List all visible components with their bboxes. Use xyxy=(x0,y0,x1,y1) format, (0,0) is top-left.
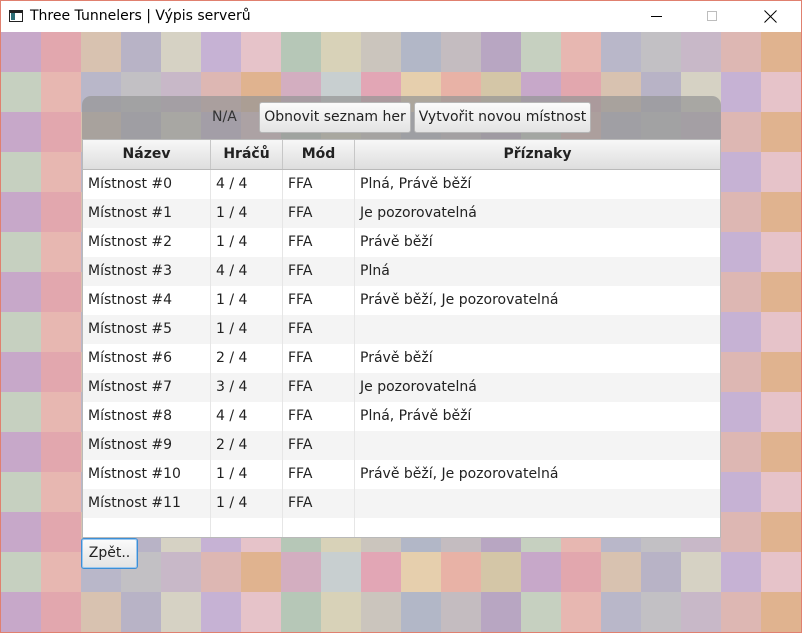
maximize-icon xyxy=(707,11,717,21)
cell-players: 1 / 4 xyxy=(211,199,283,228)
table-row[interactable]: Místnost #5 1 / 4 FFA xyxy=(83,315,720,344)
column-header-mode[interactable]: Mód xyxy=(283,140,355,169)
minimize-icon xyxy=(651,16,662,17)
column-header-flags[interactable]: Příznaky xyxy=(355,140,720,169)
cell-name: Místnost #11 xyxy=(83,489,211,518)
table-row[interactable]: Místnost #7 3 / 4 FFA Je pozorovatelná xyxy=(83,373,720,402)
table-row[interactable]: Místnost #2 1 / 4 FFA Právě běží xyxy=(83,228,720,257)
cell-mode: FFA xyxy=(283,431,355,460)
cell-mode: FFA xyxy=(283,373,355,402)
cell-mode: FFA xyxy=(283,228,355,257)
cell-name: Místnost #10 xyxy=(83,460,211,489)
cell-mode: FFA xyxy=(283,344,355,373)
app-window-icon xyxy=(9,10,23,22)
server-table[interactable]: Název Hráčů Mód Příznaky Místnost #0 4 / … xyxy=(82,139,721,538)
column-header-players[interactable]: Hráčů xyxy=(211,140,283,169)
table-row[interactable]: Místnost #0 4 / 4 FFA Plná, Právě běží xyxy=(83,170,720,199)
cell-players: 1 / 4 xyxy=(211,228,283,257)
cell-flags: Právě běží xyxy=(360,234,433,250)
cell-flags: Plná, Právě běží xyxy=(360,408,472,424)
cell-players: 3 / 4 xyxy=(211,373,283,402)
table-body: Místnost #0 4 / 4 FFA Plná, Právě běží Místn… xyxy=(83,170,720,537)
server-list-panel: N/A Obnovit seznam her Vytvořit novou mí… xyxy=(82,96,721,538)
minimize-button[interactable] xyxy=(633,1,679,32)
table-row[interactable]: Místnost #1 1 / 4 FFA Je pozorovatelná xyxy=(83,199,720,228)
cell-name: Místnost #5 xyxy=(83,315,211,344)
cell-mode: FFA xyxy=(283,489,355,518)
cell-name: Místnost #0 xyxy=(83,170,211,199)
empty-cell xyxy=(83,518,211,537)
cell-players: 1 / 4 xyxy=(211,286,283,315)
close-icon xyxy=(763,9,778,24)
empty-row xyxy=(83,518,720,537)
close-button[interactable] xyxy=(747,1,793,32)
cell-players: 1 / 4 xyxy=(211,460,283,489)
cell-players: 1 / 4 xyxy=(211,315,283,344)
cell-players: 4 / 4 xyxy=(211,170,283,199)
create-room-button[interactable]: Vytvořit novou místnost xyxy=(414,102,591,133)
cell-flags xyxy=(355,431,720,460)
table-header: Název Hráčů Mód Příznaky xyxy=(83,140,720,170)
cell-name: Místnost #7 xyxy=(83,373,211,402)
cell-mode: FFA xyxy=(283,286,355,315)
back-button[interactable]: Zpět.. xyxy=(81,538,138,569)
table-row[interactable]: Místnost #9 2 / 4 FFA xyxy=(83,431,720,460)
empty-cell xyxy=(283,518,355,537)
cell-name: Místnost #8 xyxy=(83,402,211,431)
cell-name: Místnost #2 xyxy=(83,228,211,257)
cell-players: 2 / 4 xyxy=(211,344,283,373)
cell-name: Místnost #6 xyxy=(83,344,211,373)
table-row[interactable]: Místnost #10 1 / 4 FFA Právě běží, Je pozor… xyxy=(83,460,720,489)
cell-name: Místnost #3 xyxy=(83,257,211,286)
cell-flags: Právě běží, Je pozorovatelná xyxy=(360,466,559,482)
table-row[interactable]: Místnost #11 1 / 4 FFA xyxy=(83,489,720,518)
application-window: Three Tunnelers | Výpis serverů N/A Obno… xyxy=(0,0,802,633)
cell-name: Místnost #9 xyxy=(83,431,211,460)
window-title: Three Tunnelers | Výpis serverů xyxy=(30,8,251,24)
table-row[interactable]: Místnost #4 1 / 4 FFA Právě běží, Je pozoro… xyxy=(83,286,720,315)
empty-cell xyxy=(211,518,283,537)
cell-flags: Je pozorovatelná xyxy=(360,205,477,221)
cell-flags: Je pozorovatelná xyxy=(360,379,477,395)
cell-mode: FFA xyxy=(283,257,355,286)
cell-mode: FFA xyxy=(283,402,355,431)
title-bar[interactable]: Three Tunnelers | Výpis serverů xyxy=(1,1,801,32)
cell-name: Místnost #4 xyxy=(83,286,211,315)
content-area: N/A Obnovit seznam her Vytvořit novou mí… xyxy=(1,32,801,632)
empty-cell xyxy=(355,518,720,537)
cell-flags xyxy=(355,315,720,344)
cell-mode: FFA xyxy=(283,199,355,228)
cell-flags: Právě běží, Je pozorovatelná xyxy=(360,292,559,308)
cell-flags: Plná, Právě běží xyxy=(360,176,472,192)
cell-players: 1 / 4 xyxy=(211,489,283,518)
status-label: N/A xyxy=(212,109,237,125)
cell-flags: Právě běží xyxy=(360,350,433,366)
cell-mode: FFA xyxy=(283,460,355,489)
cell-players: 4 / 4 xyxy=(211,402,283,431)
cell-flags: Plná xyxy=(360,263,390,279)
refresh-game-list-button[interactable]: Obnovit seznam her xyxy=(259,102,411,133)
column-header-name[interactable]: Název xyxy=(83,140,211,169)
cell-players: 4 / 4 xyxy=(211,257,283,286)
cell-mode: FFA xyxy=(283,315,355,344)
cell-mode: FFA xyxy=(283,170,355,199)
cell-flags xyxy=(355,489,720,518)
cell-name: Místnost #1 xyxy=(83,199,211,228)
table-row[interactable]: Místnost #8 4 / 4 FFA Plná, Právě běží xyxy=(83,402,720,431)
table-row[interactable]: Místnost #3 4 / 4 FFA Plná xyxy=(83,257,720,286)
cell-players: 2 / 4 xyxy=(211,431,283,460)
table-row[interactable]: Místnost #6 2 / 4 FFA Právě běží xyxy=(83,344,720,373)
maximize-button[interactable] xyxy=(689,1,735,32)
